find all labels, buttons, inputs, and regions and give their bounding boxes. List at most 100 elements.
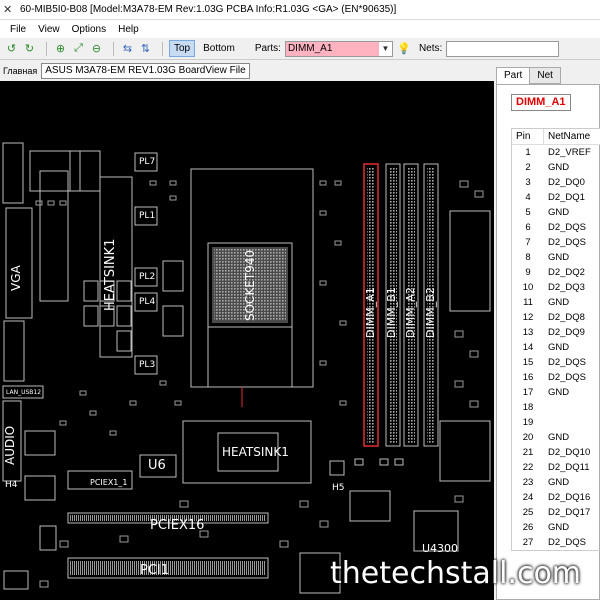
fit-view-icon[interactable]: ⤢ xyxy=(71,41,86,56)
dimm-a1-label[interactable]: DIMM_A1 xyxy=(364,287,377,338)
app-icon: ✕ xyxy=(3,3,13,16)
table-row[interactable]: 21 D2_DQ10 xyxy=(512,445,600,460)
u4300-label[interactable]: U4300 xyxy=(422,542,458,555)
board-canvas[interactable]: SOCKET940 DIMM_A1 DIMM_B1 DIMM_A2 DIMM_B… xyxy=(0,81,494,600)
parts-label: Parts: xyxy=(254,43,281,54)
table-row[interactable]: 6 D2_DQS xyxy=(512,220,600,235)
table-row[interactable]: 26 GND xyxy=(512,520,600,535)
watermark: thetechstall.com xyxy=(330,556,582,591)
home-tab[interactable]: Главная xyxy=(3,66,37,76)
net-name: D2_DQ2 xyxy=(548,267,585,278)
pin-number: 10 xyxy=(522,282,534,293)
pin-number: 11 xyxy=(523,297,533,308)
table-row[interactable]: 1 D2_VREF xyxy=(512,145,600,160)
heatsink-vrm-label[interactable]: HEATSINK1 xyxy=(103,239,118,311)
pciex16-label[interactable]: PCIEX16 xyxy=(150,518,204,533)
pciex1-label[interactable]: PCIEX1_1 xyxy=(90,478,127,487)
table-row[interactable]: 23 GND xyxy=(512,475,600,490)
h5-label[interactable]: H5 xyxy=(332,483,345,493)
table-row[interactable]: 24 D2_DQ16 xyxy=(512,490,600,505)
net-name: D2_DQ11 xyxy=(548,462,590,473)
table-row[interactable]: 12 D2_DQ8 xyxy=(512,310,600,325)
menu-view[interactable]: View xyxy=(32,24,66,35)
dimm-b2-label[interactable]: DIMM_B2 xyxy=(424,287,437,338)
table-row[interactable]: 16 D2_DQS xyxy=(512,370,600,385)
tab-net[interactable]: Net xyxy=(529,67,561,84)
dimm-a2-label[interactable]: DIMM_A2 xyxy=(404,287,417,338)
net-name: D2_DQ16 xyxy=(548,492,591,503)
net-name: GND xyxy=(548,297,570,308)
table-row[interactable]: 25 D2_DQ17 xyxy=(512,505,600,520)
table-row[interactable]: 8 GND xyxy=(512,250,600,265)
pl7-label[interactable]: PL7 xyxy=(139,157,155,167)
table-row[interactable]: 18 xyxy=(512,400,600,415)
lan-label[interactable]: LAN_USB12 xyxy=(6,389,41,396)
table-row[interactable]: 9 D2_DQ2 xyxy=(512,265,600,280)
pin-number: 23 xyxy=(522,477,534,488)
pin-number: 13 xyxy=(522,327,534,338)
zoom-in-icon[interactable]: ⊕ xyxy=(53,41,68,56)
table-row[interactable]: 2 GND xyxy=(512,160,600,175)
table-row[interactable]: 13 D2_DQ9 xyxy=(512,325,600,340)
part-panel-body: DIMM_A1 Pin NetName 1 D2_VREF 2 GND 3 D2_DQ0 4… xyxy=(496,84,600,600)
menu-options[interactable]: Options xyxy=(66,24,112,35)
menu-file[interactable]: File xyxy=(4,24,32,35)
rotate-left-icon[interactable]: ↺ xyxy=(4,41,19,56)
audio-label[interactable]: AUDIO xyxy=(3,426,17,465)
zoom-out-icon[interactable]: ⊖ xyxy=(89,41,104,56)
panel-tabs: Part Net xyxy=(496,67,561,86)
nets-input[interactable] xyxy=(446,40,560,57)
table-row[interactable]: 19 xyxy=(512,415,600,430)
pin-number: 20 xyxy=(522,432,534,443)
rotate-right-icon[interactable]: ↻ xyxy=(22,41,37,56)
net-name: D2_DQ3 xyxy=(548,282,585,293)
document-tabs: Главная ASUS M3A78-EM REV1.03G BoardView… xyxy=(0,61,494,80)
chevron-down-icon[interactable]: ▼ xyxy=(379,44,392,53)
table-row[interactable]: 11 GND xyxy=(512,295,600,310)
part-panel: Part Net DIMM_A1 Pin NetName 1 D2_VREF 2 GN… xyxy=(494,61,600,600)
lightbulb-icon[interactable]: 💡 xyxy=(397,42,411,55)
heatsink-chipset-label[interactable]: HEATSINK1 xyxy=(222,445,289,459)
table-row[interactable]: 3 D2_DQ0 xyxy=(512,175,600,190)
flip-horizontal-icon[interactable]: ⇆ xyxy=(120,41,135,56)
pl1-label[interactable]: PL1 xyxy=(139,211,155,221)
pci1-label[interactable]: PCI1 xyxy=(140,563,169,578)
net-name: GND xyxy=(548,162,570,173)
u6-label[interactable]: U6 xyxy=(148,458,166,473)
table-row[interactable]: 20 GND xyxy=(512,430,600,445)
table-row[interactable]: 22 D2_DQ11 xyxy=(512,460,600,475)
bottom-side-button[interactable]: Bottom xyxy=(199,40,239,57)
net-name: D2_DQ1 xyxy=(548,192,585,203)
parts-combobox[interactable]: DIMM_A1 ▼ xyxy=(284,40,393,57)
pin-column-header[interactable]: Pin xyxy=(512,129,544,144)
net-name: GND xyxy=(548,252,570,263)
table-row[interactable]: 27 D2_DQS xyxy=(512,535,600,550)
netname-column-header[interactable]: NetName xyxy=(544,129,600,144)
table-row[interactable]: 5 GND xyxy=(512,205,600,220)
pl4-label[interactable]: PL4 xyxy=(139,297,155,307)
pin-number: 2 xyxy=(525,162,531,173)
table-row[interactable]: 10 D2_DQ3 xyxy=(512,280,600,295)
boardview-file-tab[interactable]: ASUS M3A78-EM REV1.03G BoardView File xyxy=(41,62,250,79)
menu-help[interactable]: Help xyxy=(112,24,145,35)
net-name: D2_DQ8 xyxy=(548,312,585,323)
h4-label[interactable]: H4 xyxy=(5,480,18,490)
table-row[interactable]: 4 D2_DQ1 xyxy=(512,190,600,205)
parts-value[interactable]: DIMM_A1 xyxy=(285,41,379,56)
title-bar: ✕ 60-MIB5I0-B08 [Model:M3A78-EM Rev:1.03… xyxy=(0,0,600,20)
pl2-label[interactable]: PL2 xyxy=(139,272,155,282)
pin-table[interactable]: Pin NetName 1 D2_VREF 2 GND 3 D2_DQ0 4 D2_DQ1 5 G… xyxy=(511,128,600,551)
top-side-button[interactable]: Top xyxy=(169,40,196,57)
net-name: D2_DQS xyxy=(548,237,587,248)
table-row[interactable]: 14 GND xyxy=(512,340,600,355)
flip-vertical-icon[interactable]: ⇅ xyxy=(138,41,153,56)
toolbar-separator xyxy=(113,41,114,56)
table-row[interactable]: 7 D2_DQS xyxy=(512,235,600,250)
pin-number: 7 xyxy=(525,237,531,248)
vga-label[interactable]: VGA xyxy=(9,265,23,291)
pin-number: 16 xyxy=(522,372,534,383)
table-row[interactable]: 15 D2_DQS xyxy=(512,355,600,370)
dimm-b1-label[interactable]: DIMM_B1 xyxy=(385,287,398,338)
table-row[interactable]: 17 GND xyxy=(512,385,600,400)
pl3-label[interactable]: PL3 xyxy=(139,360,155,370)
